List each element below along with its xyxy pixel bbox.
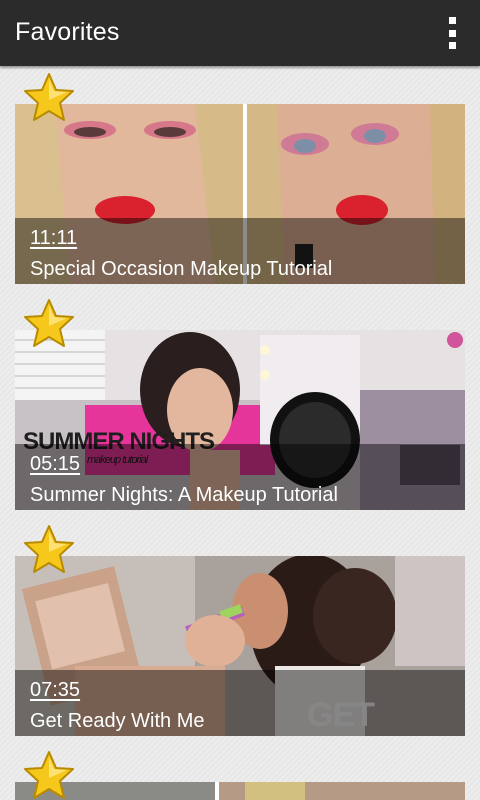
app-bar: Favorites — [0, 0, 480, 66]
page-title: Favorites — [15, 18, 120, 46]
overflow-menu-icon[interactable] — [444, 17, 460, 49]
video-card[interactable]: SUMMER NIGHTS makeup tutorial 05:15 Summ… — [15, 330, 465, 510]
video-card[interactable]: GET READY 07:35 Get Ready With Me — [15, 556, 465, 736]
video-card[interactable] — [15, 782, 465, 800]
video-duration: 05:15 — [30, 453, 81, 475]
video-title: Summer Nights: A Makeup Tutorial — [30, 484, 338, 506]
video-title: Special Occasion Makeup Tutorial — [30, 258, 333, 280]
video-duration: 07:35 — [30, 679, 81, 701]
video-card[interactable]: 11:11 Special Occasion Makeup Tutorial — [15, 104, 465, 284]
video-title: Get Ready With Me — [30, 710, 205, 732]
star-icon[interactable] — [22, 298, 76, 350]
star-icon[interactable] — [22, 72, 76, 124]
video-duration: 11:11 — [30, 227, 78, 249]
favorites-list[interactable]: 11:11 Special Occasion Makeup Tutorial S… — [0, 66, 480, 800]
star-icon[interactable] — [22, 524, 76, 576]
star-icon[interactable] — [22, 750, 76, 800]
video-thumbnail — [15, 782, 465, 800]
